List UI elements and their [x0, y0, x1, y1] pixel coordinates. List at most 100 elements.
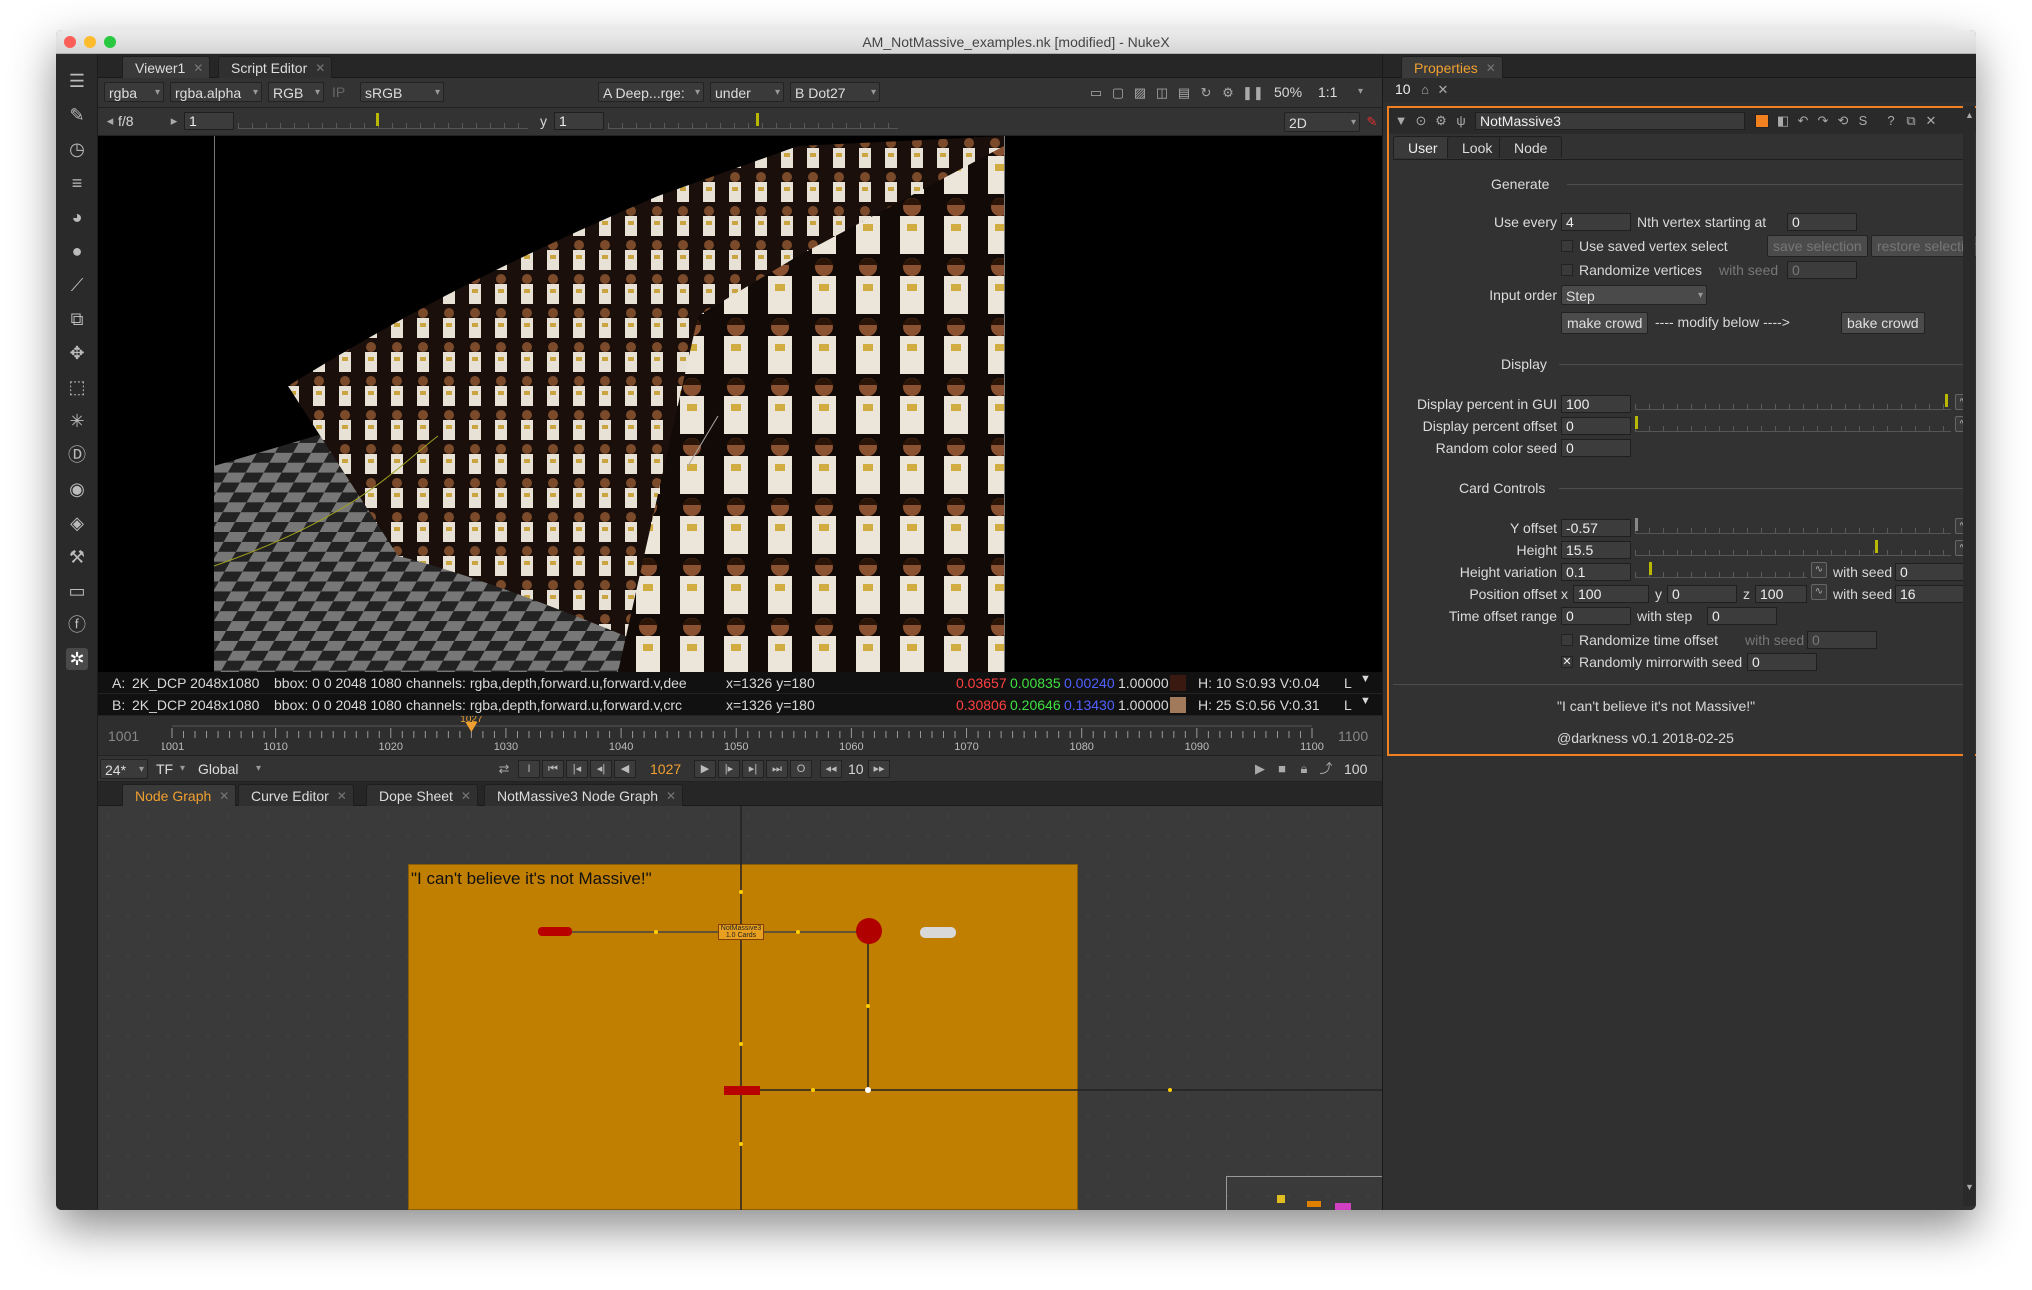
first-frame-button[interactable]: ⏮ [542, 760, 564, 778]
merge-red-node[interactable] [724, 1086, 760, 1095]
loop-icon[interactable]: ⇄ [496, 761, 512, 777]
channels-dropdown[interactable]: rgba [104, 82, 164, 103]
furnace-icon[interactable]: ⓕ [66, 614, 88, 636]
prev-frame-button[interactable]: ◂| [590, 760, 612, 778]
menu-icon[interactable]: ☰ [66, 70, 88, 92]
fstop-value[interactable]: f/8 [118, 113, 134, 129]
tile-color-icon[interactable] [1755, 114, 1769, 128]
merge-icon[interactable]: ⧉ [66, 308, 88, 330]
timeline-end[interactable]: 1100 [1338, 728, 1368, 744]
camera-node[interactable] [920, 927, 956, 938]
undo-icon[interactable]: ↶ [1795, 113, 1811, 129]
stop-icon[interactable]: ■ [1274, 761, 1290, 777]
last-frame-button[interactable]: ⏭ [766, 760, 788, 778]
close-icon[interactable]: ✕ [193, 57, 203, 79]
lock-icon[interactable]: 🔒︎ [1296, 761, 1312, 777]
position-seed-field[interactable]: 16 [1895, 585, 1971, 603]
lut-dropdown[interactable]: sRGB [360, 82, 444, 103]
zoom-level[interactable]: 50% [1274, 84, 1302, 100]
close-window-button[interactable] [64, 36, 76, 48]
bake-crowd-button[interactable]: bake crowd [1841, 312, 1925, 334]
next-keyframe-button[interactable]: ▸| [742, 760, 764, 778]
gain-field[interactable]: 1 [184, 112, 234, 130]
ip-toggle[interactable]: IP [332, 84, 345, 100]
current-frame-field[interactable]: 1027 [650, 761, 681, 777]
input-a-dropdown[interactable]: A Deep...rge: [598, 82, 704, 103]
input-order-dropdown[interactable]: Step [1561, 285, 1707, 306]
display-percent-gui-slider[interactable] [1635, 392, 1951, 410]
help-icon[interactable]: ? [1883, 113, 1899, 129]
close-icon[interactable]: ✕ [315, 57, 325, 79]
position-z-field[interactable]: 100 [1755, 585, 1807, 603]
random-color-seed-field[interactable]: 0 [1561, 439, 1631, 457]
minimap[interactable] [1226, 1176, 1382, 1210]
randomize-seed-field[interactable]: 0 [1787, 261, 1857, 279]
redo-icon[interactable]: ↷ [1815, 113, 1831, 129]
gamma-field[interactable]: 1 [554, 112, 604, 130]
time-icon[interactable]: ◷ [66, 138, 88, 160]
randomly-mirror-checkbox[interactable]: ✕ [1561, 656, 1573, 668]
pause-icon[interactable]: ❚❚ [1242, 85, 1264, 101]
timeline-ruler[interactable]: 1001 1010 1020 1030 1040 1050 1060 1070 1080 1090… [162, 716, 1332, 756]
close-icon[interactable]: ✕ [461, 785, 471, 807]
scroll-up-icon[interactable]: ▲ [1965, 110, 1974, 120]
alpha-dropdown[interactable]: rgba.alpha [170, 82, 262, 103]
time-offset-range-field[interactable]: 0 [1561, 607, 1631, 625]
out-point-button[interactable]: O [790, 760, 812, 778]
refresh-icon[interactable]: ↻ [1198, 85, 1214, 101]
deep-icon[interactable]: Ⓓ [66, 444, 88, 466]
height-variation-field[interactable]: 0.1 [1561, 563, 1631, 581]
zoom-window-button[interactable] [104, 36, 116, 48]
float-panel-icon[interactable]: ⧉ [1903, 113, 1919, 129]
time-step-field[interactable]: 0 [1707, 607, 1777, 625]
close-icon[interactable]: ✕ [337, 785, 347, 807]
make-crowd-button[interactable]: make crowd [1561, 312, 1649, 334]
randomize-time-offset-checkbox[interactable] [1561, 634, 1573, 646]
tab-properties[interactable]: Properties ✕ [1401, 56, 1503, 78]
tab-script-editor[interactable]: Script Editor ✕ [218, 56, 333, 79]
close-icon[interactable]: ✕ [666, 785, 676, 807]
play-forward-button[interactable]: ▶ [694, 760, 716, 778]
minimize-window-button[interactable] [84, 36, 96, 48]
dropdown-arrow-icon[interactable]: ▼ [1360, 695, 1371, 707]
max-panels-field[interactable]: 10 [1391, 81, 1415, 99]
transform-icon[interactable]: ✥ [66, 342, 88, 364]
mirror-seed-field[interactable]: 0 [1747, 653, 1817, 671]
next-frame-button[interactable]: |▸ [718, 760, 740, 778]
display-percent-offset-field[interactable]: 0 [1561, 417, 1631, 435]
animation-icon[interactable]: ∿ [1811, 584, 1827, 600]
dropdown-arrow-icon[interactable]: ▼ [1360, 673, 1371, 685]
region-icon[interactable]: ▭ [1088, 85, 1104, 101]
clear-panels-icon[interactable]: ✕ [1435, 82, 1451, 98]
close-icon[interactable]: ✕ [1486, 57, 1496, 79]
position-x-field[interactable]: 100 [1573, 585, 1649, 603]
input-b-dropdown[interactable]: B Dot27 [790, 82, 880, 103]
height-variation-seed-field[interactable]: 0 [1895, 563, 1971, 581]
viewer-canvas[interactable] [98, 136, 1382, 672]
last-frame-field[interactable]: 100 [1344, 761, 1367, 777]
gain-arrow-icon[interactable]: ▸ [166, 113, 182, 129]
global-dropdown[interactable]: Global [194, 759, 264, 779]
font-color-icon[interactable]: ◧ [1775, 113, 1791, 129]
tab-dope-sheet[interactable]: Dope Sheet ✕ [366, 784, 478, 806]
merge-op-dropdown[interactable]: under [710, 82, 784, 103]
proxy-icon[interactable]: ⚙ [1220, 85, 1236, 101]
animation-icon[interactable]: ∿ [1811, 562, 1827, 578]
in-point-button[interactable]: I [518, 760, 540, 778]
display-percent-offset-slider[interactable] [1635, 414, 1951, 432]
step-back-button[interactable]: ◂◂ [820, 760, 842, 778]
y-offset-field[interactable]: -0.57 [1561, 519, 1631, 537]
height-slider[interactable] [1635, 538, 1951, 556]
3d-icon[interactable]: ⬚ [66, 376, 88, 398]
tab-viewer1[interactable]: Viewer1 ✕ [122, 56, 211, 79]
tab-user[interactable]: User [1393, 136, 1453, 158]
filter-icon[interactable]: ● [66, 240, 88, 262]
script-icon[interactable]: S [1855, 113, 1871, 129]
gain-slider[interactable] [238, 111, 528, 129]
position-y-field[interactable]: 0 [1667, 585, 1737, 603]
node-settings-icon[interactable]: ⚙ [1433, 113, 1449, 129]
height-field[interactable]: 15.5 [1561, 541, 1631, 559]
nth-vertex-field[interactable]: 0 [1787, 213, 1857, 231]
sphere-node[interactable] [856, 918, 882, 944]
roi-icon[interactable]: ▢ [1110, 85, 1126, 101]
